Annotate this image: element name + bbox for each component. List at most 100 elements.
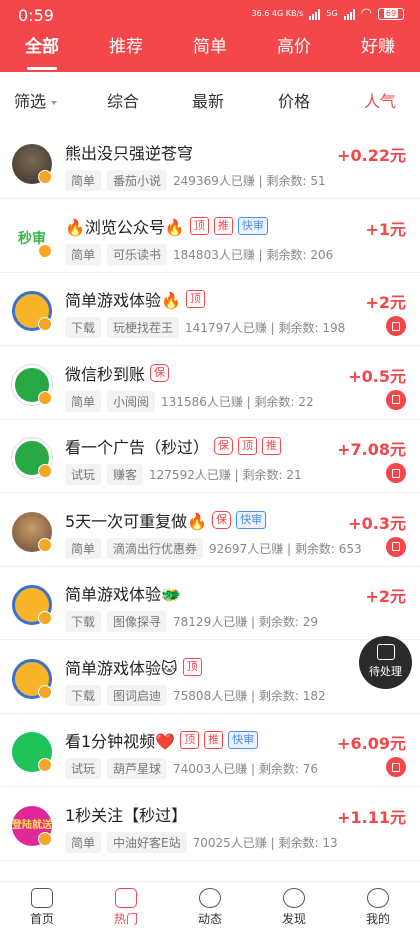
category-tabs: 全部 推荐 简单 高价 好赚 xyxy=(0,36,420,70)
wifi-icon: ◠ xyxy=(360,6,372,21)
task-row[interactable]: 秒审 🔥浏览公众号🔥 顶推快审 简单 可乐读书 184803人已赚 | 剩余数: 206 +… xyxy=(0,200,420,273)
task-row[interactable]: 微信秒到账保简单 小阅阅 131586人已赚 | 剩余数: 22 +0.5元 xyxy=(0,347,420,420)
user-icon xyxy=(367,888,389,908)
task-title: 看1分钟视频❤️ 顶推快审 xyxy=(65,728,259,752)
task-row[interactable]: 简单游戏体验🐱 顶下载 图词启迪 75808人已赚 | 剩余数: 182 xyxy=(0,641,420,714)
task-title: 微信秒到账保 xyxy=(65,361,170,385)
task-title: 简单游戏体验🐲 xyxy=(65,585,181,604)
task-title: 🔥浏览公众号🔥 顶推快审 xyxy=(65,214,268,238)
nav-dynamic[interactable]: 动态 xyxy=(168,882,252,931)
task-row[interactable]: 登陆就送 1秒关注【秒过】 简单 中油好客E站 70025人已赚 | 剩余数: 13 +1… xyxy=(0,788,420,861)
sort-newest[interactable]: 最新 xyxy=(192,88,224,112)
task-meta: 试玩 赚客 127592人已赚 | 剩余数: 21 xyxy=(65,464,302,485)
signal-icon-2 xyxy=(343,8,355,20)
task-price: +7.08元 xyxy=(337,440,406,459)
task-type-chip: 简单 xyxy=(65,831,102,853)
task-app-chip: 可乐读书 xyxy=(107,243,168,265)
tab-easy-money[interactable]: 好赚 xyxy=(336,36,420,70)
network-speed: 36.6 4G KB/s xyxy=(251,9,304,18)
tab-all[interactable]: 全部 xyxy=(0,36,84,70)
task-type-chip: 简单 xyxy=(65,537,102,559)
trash-icon[interactable] xyxy=(386,536,406,557)
task-meta: 简单 番茄小说 249369人已赚 | 剩余数: 51 xyxy=(65,170,326,191)
crown-badge-icon xyxy=(38,170,52,184)
task-title: 简单游戏体验🐱 顶 xyxy=(65,655,202,679)
task-app-chip: 葫芦星球 xyxy=(107,758,168,779)
battery-icon: 69 xyxy=(378,8,404,20)
task-price: +2元 xyxy=(365,587,406,606)
task-type-chip: 下载 xyxy=(65,611,102,632)
task-row[interactable]: 看一个广告（秒过）保顶推试玩 赚客 127592人已赚 | 剩余数: 21 +7.08… xyxy=(0,420,420,493)
task-tag: 保 xyxy=(214,437,234,455)
task-row[interactable]: 简单游戏体验🐲 下载 图像探寻 78129人已赚 | 剩余数: 29 +2元 xyxy=(0,567,420,640)
broadcast-icon xyxy=(199,888,221,908)
5g-label: 5G xyxy=(326,9,338,18)
sort-comprehensive[interactable]: 综合 xyxy=(107,88,139,112)
task-row[interactable]: 熊出没只强逆苍穹 简单 番茄小说 249369人已赚 | 剩余数: 51 +0.22元 xyxy=(0,126,420,199)
tab-simple[interactable]: 简单 xyxy=(168,36,252,70)
nav-mine[interactable]: 我的 xyxy=(336,882,420,931)
task-price: +0.22元 xyxy=(337,146,406,165)
task-row[interactable]: 看1分钟视频❤️ 顶推快审 试玩 葫芦星球 74003人已赚 | 剩余数: 76 +6.0… xyxy=(0,714,420,787)
task-row[interactable]: 5天一次可重复做🔥 保快审 简单 滴滴出行优惠券 92697人已赚 | 剩余数: 653… xyxy=(0,494,420,567)
sort-popular[interactable]: 人气 xyxy=(364,88,396,112)
pending-label: 待处理 xyxy=(369,665,402,678)
task-title: 简单游戏体验🔥 顶 xyxy=(65,287,205,311)
task-type-chip: 下载 xyxy=(65,684,102,706)
task-title: 1秒关注【秒过】 xyxy=(65,805,188,825)
task-type-chip: 简单 xyxy=(65,170,102,191)
task-tag: 保 xyxy=(212,510,232,529)
task-meta: 试玩 葫芦星球 74003人已赚 | 剩余数: 76 xyxy=(65,758,318,779)
trash-icon[interactable] xyxy=(386,463,406,483)
yen-icon xyxy=(115,888,137,908)
status-time: 0:59 xyxy=(18,6,54,25)
task-meta: 简单 小阅阅 131586人已赚 | 剩余数: 22 xyxy=(65,390,314,412)
task-type-chip: 简单 xyxy=(65,390,102,412)
task-stats: 249369人已赚 | 剩余数: 51 xyxy=(173,174,326,188)
crown-badge-icon xyxy=(38,464,52,478)
nav-home[interactable]: 首页 xyxy=(0,882,84,931)
crown-badge-icon xyxy=(38,317,52,331)
task-tag: 快审 xyxy=(236,510,267,529)
task-stats: 70025人已赚 | 剩余数: 13 xyxy=(192,835,338,850)
trash-icon[interactable] xyxy=(386,389,406,410)
task-title: 熊出没只强逆苍穹 xyxy=(65,144,194,163)
tab-recommend[interactable]: 推荐 xyxy=(84,36,168,70)
task-app-chip: 图像探寻 xyxy=(107,611,168,632)
bottom-nav: 首页 热门 动态 发现 我的 xyxy=(0,881,420,931)
task-app-chip: 中油好客E站 xyxy=(107,831,187,853)
compass-icon xyxy=(283,888,305,908)
task-stats: 184803人已赚 | 剩余数: 206 xyxy=(173,247,334,262)
task-price: +6.09元 xyxy=(337,734,406,753)
sort-price[interactable]: 价格 xyxy=(278,88,310,112)
task-app-chip: 滴滴出行优惠券 xyxy=(107,537,204,559)
pending-float-button[interactable]: 待处理 xyxy=(359,636,412,689)
task-stats: 92697人已赚 | 剩余数: 653 xyxy=(209,541,362,556)
filter-button[interactable]: 筛选 xyxy=(14,88,58,112)
task-meta: 下载 图词启迪 75808人已赚 | 剩余数: 182 xyxy=(65,684,326,706)
task-type-chip: 试玩 xyxy=(65,464,102,485)
task-type-chip: 简单 xyxy=(65,243,102,265)
home-icon xyxy=(31,888,53,908)
signal-icon xyxy=(309,8,321,20)
crown-badge-icon xyxy=(38,243,52,258)
tab-high-price[interactable]: 高价 xyxy=(252,36,336,70)
crown-badge-icon xyxy=(38,684,52,699)
task-tag: 快审 xyxy=(228,731,259,749)
filter-bar: 筛选 综合 最新 价格 人气 xyxy=(0,72,420,126)
task-title: 看一个广告（秒过）保顶推 xyxy=(65,434,282,458)
task-price: +0.3元 xyxy=(348,513,406,533)
nav-hot[interactable]: 热门 xyxy=(84,882,168,931)
nav-discover[interactable]: 发现 xyxy=(252,882,336,931)
task-list: 熊出没只强逆苍穹 简单 番茄小说 249369人已赚 | 剩余数: 51 +0.22元秒… xyxy=(0,126,420,881)
trash-icon[interactable] xyxy=(386,757,406,777)
task-app-chip: 玩梗找茬王 xyxy=(107,317,180,338)
crown-badge-icon xyxy=(38,390,52,405)
task-stats: 74003人已赚 | 剩余数: 76 xyxy=(173,762,319,776)
task-stats: 141797人已赚 | 剩余数: 198 xyxy=(185,321,346,335)
top-header: 0:59 36.6 4G KB/s 5G ◠ 69 全部 推荐 简单 高价 好赚 xyxy=(0,0,420,72)
task-app-chip: 番茄小说 xyxy=(107,170,168,191)
trash-icon[interactable] xyxy=(386,316,406,336)
task-tag: 顶 xyxy=(182,657,202,676)
task-row[interactable]: 简单游戏体验🔥 顶下载 玩梗找茬王 141797人已赚 | 剩余数: 198 +2元 xyxy=(0,273,420,346)
